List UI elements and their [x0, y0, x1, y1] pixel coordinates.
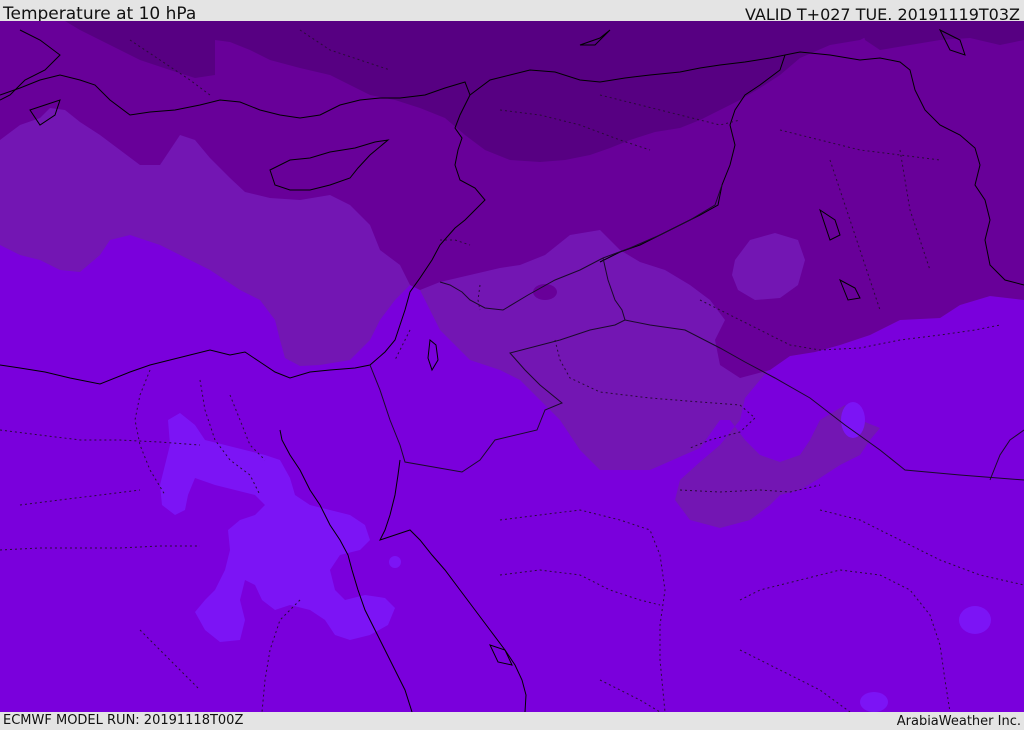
band-light-se	[959, 606, 991, 634]
header-bar: Temperature at 10 hPa VALID T+027 TUE. 2…	[0, 0, 1024, 24]
temperature-map[interactable]	[0, 21, 1024, 712]
band-light-small	[389, 556, 401, 568]
band-light-s	[860, 692, 888, 712]
footer-bar: ECMWF MODEL RUN: 20191118T00Z ArabiaWeat…	[0, 712, 1024, 729]
credit-label: ArabiaWeather Inc.	[896, 714, 1021, 729]
model-run-label: ECMWF MODEL RUN: 20191118T00Z	[3, 713, 244, 728]
band-dark-patch	[533, 284, 557, 300]
band-light-ne	[841, 402, 865, 438]
